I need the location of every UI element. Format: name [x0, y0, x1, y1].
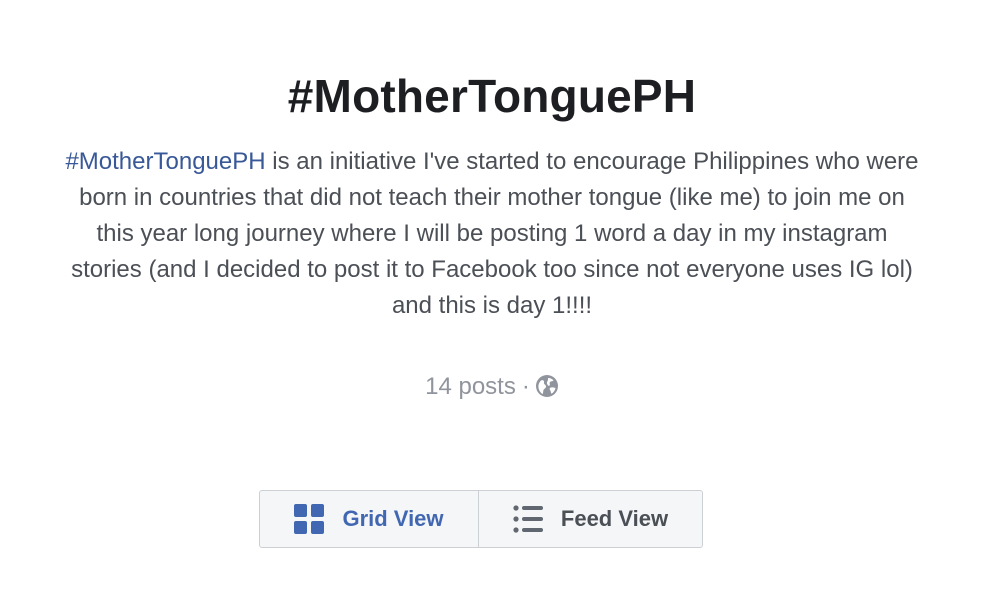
post-count[interactable]: 14 posts — [425, 373, 516, 400]
grid-icon — [294, 504, 325, 534]
hashtag-link[interactable]: #MotherTonguePH — [65, 148, 265, 175]
feed-view-label: Feed View — [560, 506, 669, 531]
feed-view-button[interactable]: Feed View — [479, 491, 702, 547]
meta-separator: · — [521, 373, 530, 400]
view-toggle: Grid View Feed View — [259, 490, 703, 548]
globe-icon[interactable] — [535, 373, 559, 397]
grid-view-label: Grid View — [342, 506, 444, 531]
hashtag-page: #MotherTonguePH #MotherTonguePH is an in… — [0, 0, 984, 600]
post-meta: 14 posts · — [0, 369, 984, 405]
list-icon — [513, 504, 543, 534]
page-title: #MotherTonguePH — [287, 70, 697, 122]
grid-view-button[interactable]: Grid View — [260, 491, 479, 547]
hashtag-description: #MotherTonguePH is an initiative I've st… — [60, 144, 924, 324]
